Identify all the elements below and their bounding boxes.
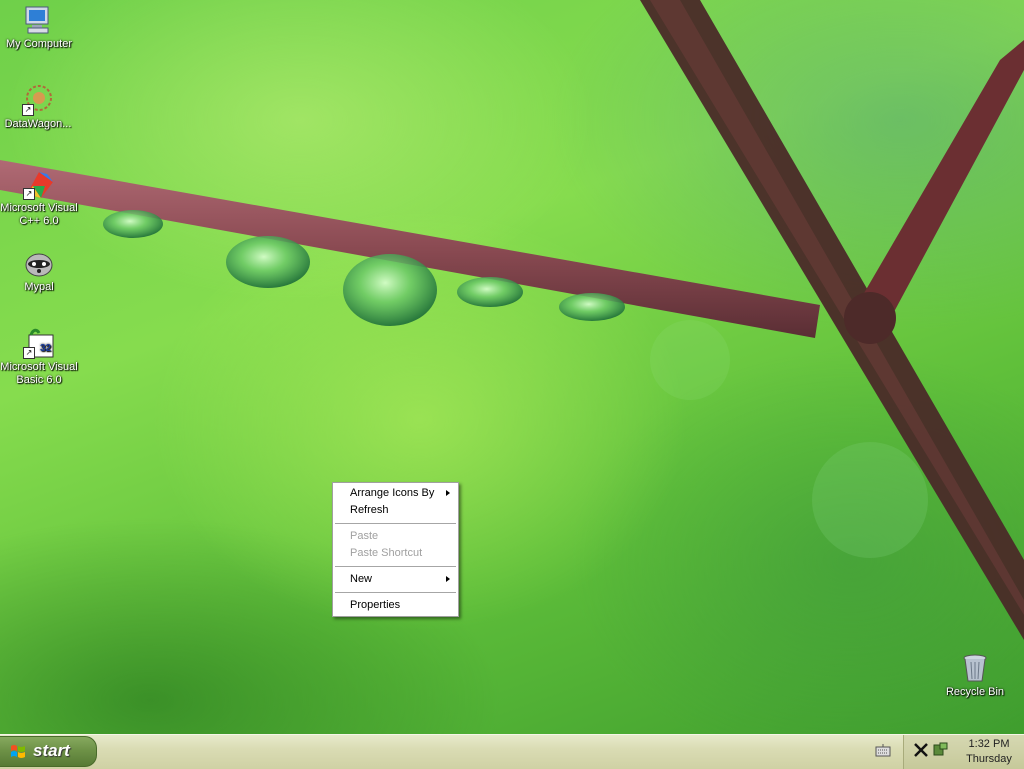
menu-item-new[interactable]: New xyxy=(333,571,458,588)
volume-icon[interactable] xyxy=(932,742,948,758)
visual-basic-icon: 32 ↗ xyxy=(23,327,55,359)
wallpaper xyxy=(0,0,1024,640)
start-button[interactable]: start xyxy=(0,736,97,767)
shortcut-arrow-icon: ↗ xyxy=(23,347,35,359)
network-tool-icon[interactable] xyxy=(913,742,929,758)
desktop-icon-label: Recycle Bin xyxy=(945,686,1005,698)
desktop-icon-mypal[interactable]: Mypal xyxy=(0,247,79,294)
menu-item-paste-shortcut: Paste Shortcut xyxy=(333,545,458,562)
water-droplet xyxy=(559,293,625,321)
desktop-icon-recycle-bin[interactable]: Recycle Bin xyxy=(935,652,1015,699)
menu-separator xyxy=(335,523,456,524)
water-droplet xyxy=(103,210,163,238)
clock-day: Thursday xyxy=(966,753,1012,765)
visual-cpp-icon: ↗ xyxy=(23,168,55,200)
desktop-icon-my-computer[interactable]: My Computer xyxy=(0,4,79,51)
menu-separator xyxy=(335,566,456,567)
recycle-bin-icon xyxy=(959,652,991,684)
shortcut-arrow-icon: ↗ xyxy=(23,188,35,200)
desktop-icon-label: DataWagon... xyxy=(4,118,72,130)
menu-item-properties[interactable]: Properties xyxy=(333,597,458,614)
my-computer-icon xyxy=(23,4,55,36)
menu-item-refresh[interactable]: Refresh xyxy=(333,502,458,519)
menu-item-label: New xyxy=(350,573,373,585)
menu-item-label: Arrange Icons By xyxy=(350,487,435,499)
start-label: start xyxy=(33,741,70,760)
desktop-icon-label: Microsoft Visual C++ 6.0 xyxy=(0,202,78,227)
water-droplet xyxy=(343,254,437,326)
mypal-raccoon-icon xyxy=(23,247,55,279)
menu-item-label: Properties xyxy=(350,599,401,611)
menu-item-paste: Paste xyxy=(333,528,458,545)
windows-flag-icon xyxy=(11,745,25,758)
submenu-arrow-icon xyxy=(446,490,450,496)
water-droplet xyxy=(226,236,310,288)
menu-item-label: Refresh xyxy=(350,504,389,516)
desktop-icon-visual-basic[interactable]: 32 ↗ Microsoft Visual Basic 6.0 xyxy=(0,327,79,387)
menu-item-label: Paste xyxy=(350,530,379,542)
menu-separator xyxy=(335,592,456,593)
shortcut-arrow-icon: ↗ xyxy=(22,104,34,116)
system-tray: 1:32 PM Thursday xyxy=(903,735,1024,769)
menu-item-label: Paste Shortcut xyxy=(350,547,423,559)
desktop-icon-label: My Computer xyxy=(5,38,73,50)
datawagon-icon: ↗ xyxy=(22,84,54,116)
menu-item-arrange-icons-by[interactable]: Arrange Icons By xyxy=(333,485,458,502)
desktop-context-menu: Arrange Icons By Refresh Paste Paste Sho… xyxy=(332,482,459,617)
submenu-arrow-icon xyxy=(446,576,450,582)
water-droplet xyxy=(457,277,523,307)
desktop-icon-label: Microsoft Visual Basic 6.0 xyxy=(0,361,78,386)
desktop-icon-label: Mypal xyxy=(24,281,54,293)
taskbar: start 1:32 PM Thursday xyxy=(0,734,1024,769)
clock-time: 1:32 PM xyxy=(968,738,1010,750)
desktop-icon-visual-cpp[interactable]: ↗ Microsoft Visual C++ 6.0 xyxy=(0,168,79,228)
desktop-icon-datawagon[interactable]: ↗ DataWagon... xyxy=(0,84,78,131)
clock[interactable]: 1:32 PM Thursday xyxy=(954,737,1024,767)
vb-32-glyph: 32 xyxy=(40,343,52,354)
keyboard-icon[interactable] xyxy=(875,744,891,758)
